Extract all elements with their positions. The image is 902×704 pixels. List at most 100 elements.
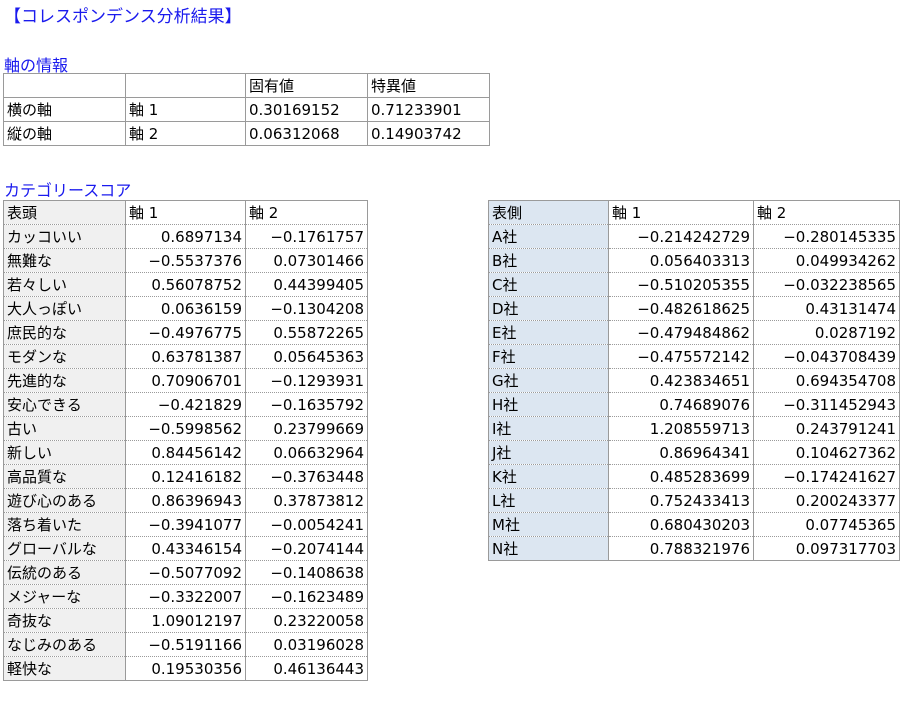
table-cell[interactable]: 0.86396943: [125, 488, 246, 513]
table-cell[interactable]: 0.84456142: [125, 440, 246, 465]
table-cell[interactable]: 0.680430203: [608, 512, 754, 537]
table-cell[interactable]: 0.6897134: [125, 224, 246, 249]
table-cell[interactable]: −0.3763448: [245, 464, 368, 489]
row-header-cell[interactable]: I社: [488, 416, 609, 441]
row-header-cell[interactable]: 先進的な: [3, 368, 126, 393]
table-cell[interactable]: 0.71233901: [367, 97, 490, 122]
table-cell[interactable]: −0.2074144: [245, 536, 368, 561]
row-header-cell[interactable]: 若々しい: [3, 272, 126, 297]
table-cell[interactable]: 0.06632964: [245, 440, 368, 465]
table-cell[interactable]: −0.5077092: [125, 560, 246, 585]
row-header-cell[interactable]: C社: [488, 272, 609, 297]
table-cell[interactable]: −0.482618625: [608, 296, 754, 321]
row-header-cell[interactable]: H社: [488, 392, 609, 417]
table-cell[interactable]: −0.1293931: [245, 368, 368, 393]
row-header-cell[interactable]: D社: [488, 296, 609, 321]
table-cell[interactable]: −0.174241627: [753, 464, 900, 489]
table-cell[interactable]: 0.46136443: [245, 656, 368, 681]
header-cell[interactable]: 特異値: [367, 73, 490, 98]
table-cell[interactable]: 0.19530356: [125, 656, 246, 681]
table-cell[interactable]: 0.63781387: [125, 344, 246, 369]
table-cell[interactable]: 0.74689076: [608, 392, 754, 417]
row-header-cell[interactable]: 無難な: [3, 248, 126, 273]
table-cell[interactable]: −0.280145335: [753, 224, 900, 249]
table-cell[interactable]: 1.09012197: [125, 608, 246, 633]
table-cell[interactable]: −0.479484862: [608, 320, 754, 345]
row-header-cell[interactable]: 落ち着いた: [3, 512, 126, 537]
table-cell[interactable]: 0.06312068: [245, 121, 368, 146]
table-cell[interactable]: −0.214242729: [608, 224, 754, 249]
row-header-cell[interactable]: 大人っぽい: [3, 296, 126, 321]
header-cell[interactable]: 固有値: [245, 73, 368, 98]
row-header-cell[interactable]: M社: [488, 512, 609, 537]
table-cell[interactable]: 0.07745365: [753, 512, 900, 537]
table-cell[interactable]: −0.3322007: [125, 584, 246, 609]
header-cell[interactable]: 軸 1: [125, 200, 246, 225]
row-header-cell[interactable]: 庶民的な: [3, 320, 126, 345]
table-cell[interactable]: 軸 1: [125, 97, 246, 122]
row-header-cell[interactable]: F社: [488, 344, 609, 369]
row-header-cell[interactable]: 新しい: [3, 440, 126, 465]
table-cell[interactable]: 0.37873812: [245, 488, 368, 513]
table-cell[interactable]: 0.23799669: [245, 416, 368, 441]
table-cell[interactable]: 0.03196028: [245, 632, 368, 657]
table-cell[interactable]: −0.5998562: [125, 416, 246, 441]
row-header-cell[interactable]: 奇抜な: [3, 608, 126, 633]
header-cell[interactable]: [125, 73, 246, 98]
table-cell[interactable]: −0.1635792: [245, 392, 368, 417]
table-cell[interactable]: −0.5537376: [125, 248, 246, 273]
header-cell[interactable]: 軸 2: [753, 200, 900, 225]
table-cell[interactable]: 0.05645363: [245, 344, 368, 369]
table-cell[interactable]: −0.421829: [125, 392, 246, 417]
row-header-cell[interactable]: 軽快な: [3, 656, 126, 681]
table-cell[interactable]: 0.14903742: [367, 121, 490, 146]
row-header-cell[interactable]: 高品質な: [3, 464, 126, 489]
row-header-cell[interactable]: B社: [488, 248, 609, 273]
table-cell[interactable]: −0.1408638: [245, 560, 368, 585]
table-cell[interactable]: 0.12416182: [125, 464, 246, 489]
table-cell[interactable]: −0.5191166: [125, 632, 246, 657]
table-cell[interactable]: −0.043708439: [753, 344, 900, 369]
table-cell[interactable]: −0.1623489: [245, 584, 368, 609]
table-cell[interactable]: 0.43346154: [125, 536, 246, 561]
table-cell[interactable]: 0.485283699: [608, 464, 754, 489]
table-cell[interactable]: 0.30169152: [245, 97, 368, 122]
header-cell[interactable]: 表側: [488, 200, 609, 225]
table-cell[interactable]: 0.0287192: [753, 320, 900, 345]
table-cell[interactable]: 0.200243377: [753, 488, 900, 513]
table-cell[interactable]: 軸 2: [125, 121, 246, 146]
table-cell[interactable]: 0.55872265: [245, 320, 368, 345]
table-cell[interactable]: 0.70906701: [125, 368, 246, 393]
header-cell[interactable]: 表頭: [3, 200, 126, 225]
table-cell[interactable]: 縦の軸: [3, 121, 126, 146]
table-cell[interactable]: −0.3941077: [125, 512, 246, 537]
row-header-cell[interactable]: K社: [488, 464, 609, 489]
row-header-cell[interactable]: 遊び心のある: [3, 488, 126, 513]
table-cell[interactable]: −0.0054241: [245, 512, 368, 537]
row-header-cell[interactable]: メジャーな: [3, 584, 126, 609]
table-cell[interactable]: 0.243791241: [753, 416, 900, 441]
table-cell[interactable]: 0.694354708: [753, 368, 900, 393]
table-cell[interactable]: 0.07301466: [245, 248, 368, 273]
header-cell[interactable]: [3, 73, 126, 98]
table-cell[interactable]: −0.1304208: [245, 296, 368, 321]
table-cell[interactable]: 0.752433413: [608, 488, 754, 513]
row-header-cell[interactable]: N社: [488, 536, 609, 561]
table-cell[interactable]: 0.0636159: [125, 296, 246, 321]
row-header-cell[interactable]: 伝統のある: [3, 560, 126, 585]
row-header-cell[interactable]: L社: [488, 488, 609, 513]
table-cell[interactable]: 0.423834651: [608, 368, 754, 393]
row-header-cell[interactable]: カッコいい: [3, 224, 126, 249]
table-cell[interactable]: 0.44399405: [245, 272, 368, 297]
table-cell[interactable]: −0.032238565: [753, 272, 900, 297]
row-header-cell[interactable]: G社: [488, 368, 609, 393]
table-cell[interactable]: −0.1761757: [245, 224, 368, 249]
row-header-cell[interactable]: J社: [488, 440, 609, 465]
table-cell[interactable]: 横の軸: [3, 97, 126, 122]
row-header-cell[interactable]: グローバルな: [3, 536, 126, 561]
row-header-cell[interactable]: 古い: [3, 416, 126, 441]
table-cell[interactable]: 0.104627362: [753, 440, 900, 465]
header-cell[interactable]: 軸 1: [608, 200, 754, 225]
table-cell[interactable]: 0.788321976: [608, 536, 754, 561]
table-cell[interactable]: 0.86964341: [608, 440, 754, 465]
